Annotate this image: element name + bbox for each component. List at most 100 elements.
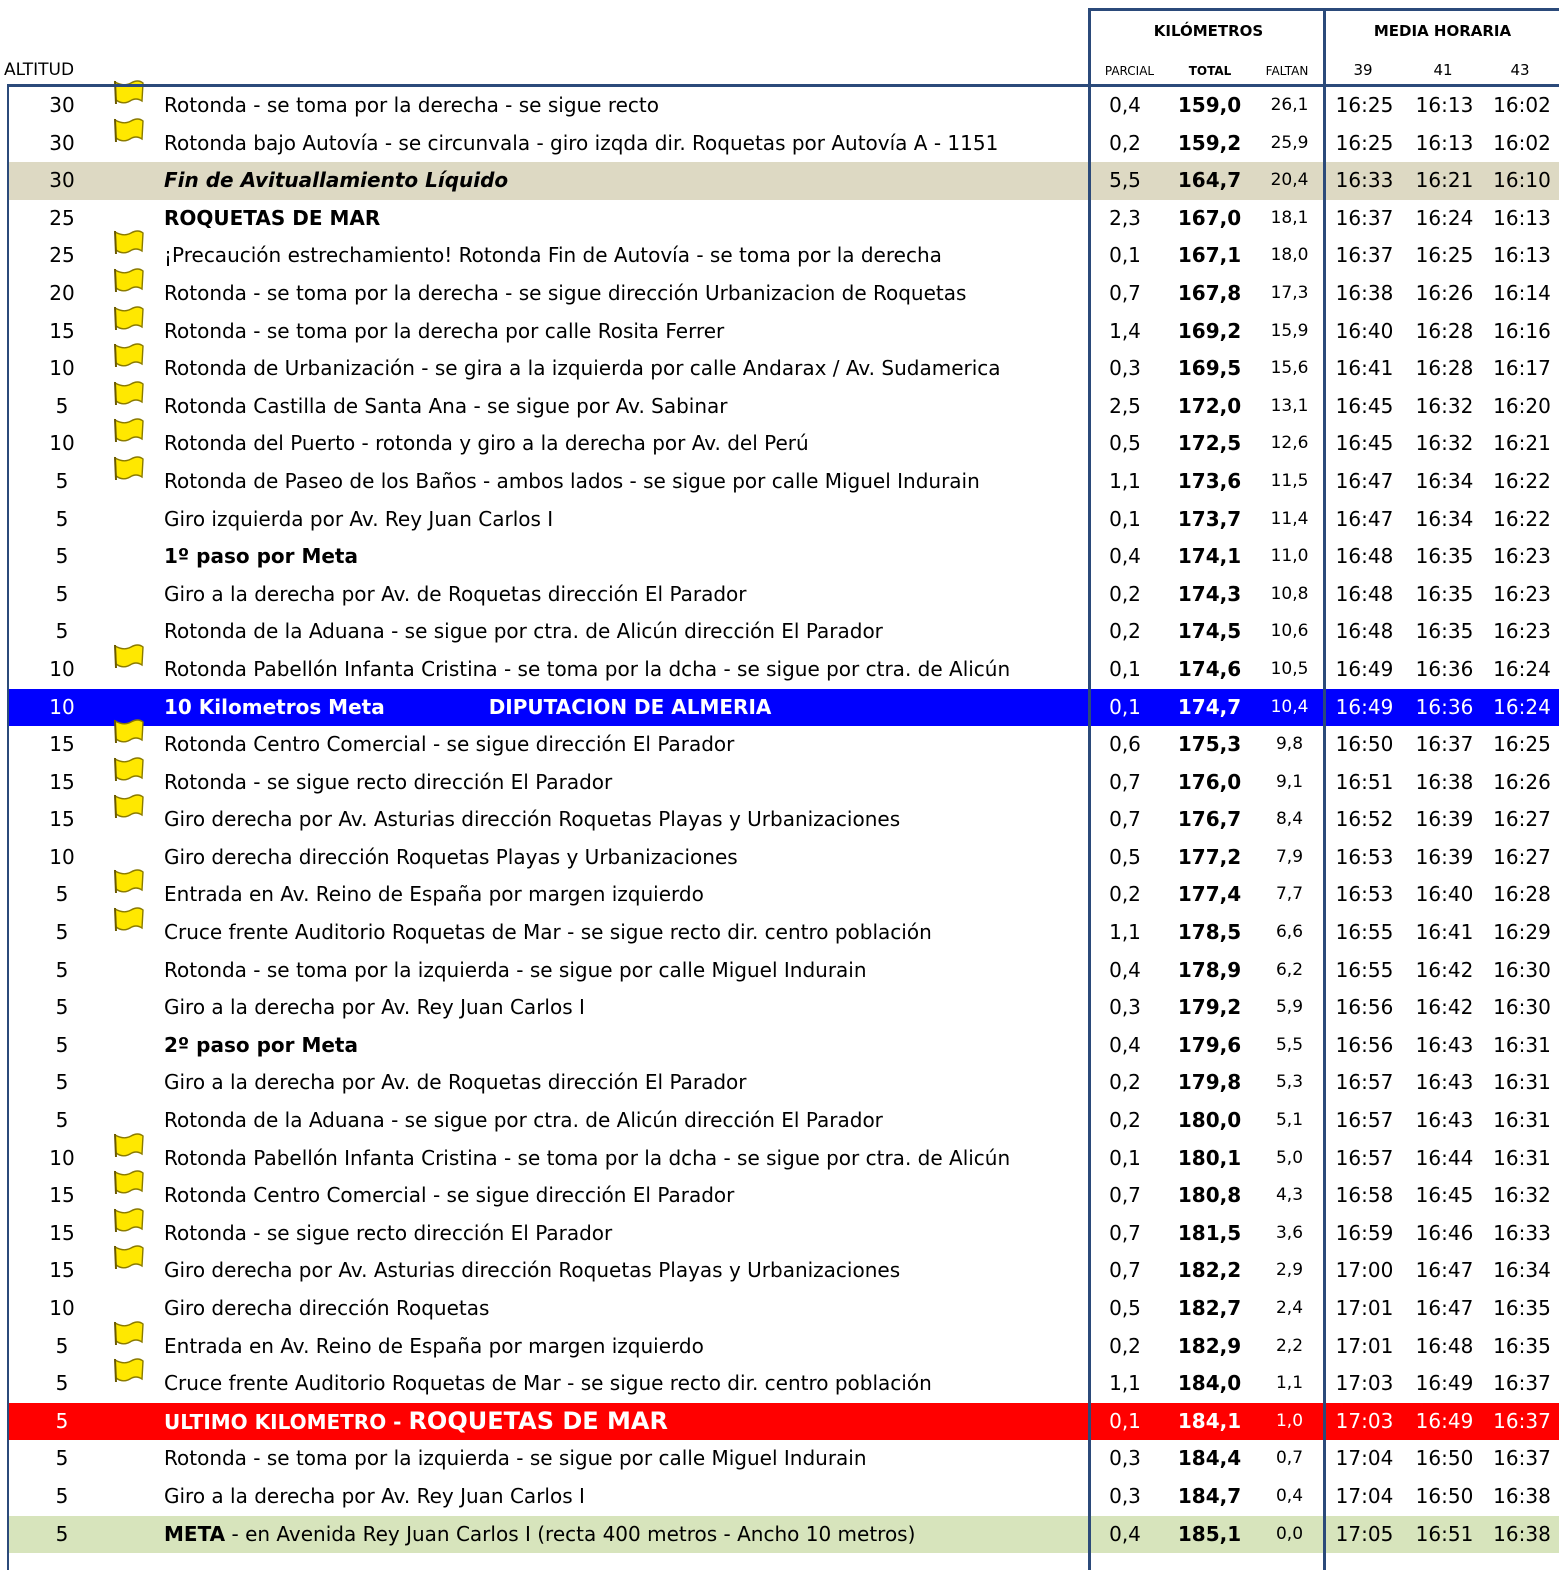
time-43-cell: 16:23 — [1493, 581, 1551, 606]
altitud-cell: 15 — [49, 1258, 75, 1283]
time-43-cell: 16:25 — [1493, 732, 1551, 757]
time-43-cell: 16:34 — [1493, 1258, 1551, 1283]
faltan-cell: 5,3 — [1275, 1072, 1304, 1093]
row-description: Rotonda de Paseo de los Baños - ambos la… — [164, 463, 980, 501]
time-43-cell: 16:23 — [1493, 544, 1551, 569]
time-41-cell: 16:42 — [1415, 995, 1474, 1020]
time-left-divider — [1323, 8, 1326, 1570]
time-41-cell: 16:50 — [1415, 1483, 1474, 1508]
total-cell: 174,3 — [1177, 581, 1242, 606]
time-39-cell: 16:41 — [1335, 356, 1394, 381]
total-cell: 184,0 — [1177, 1371, 1242, 1396]
description-text: Cruce frente Auditorio Roquetas de Mar -… — [164, 920, 932, 945]
time-43-cell: 16:24 — [1493, 694, 1551, 719]
time-39-cell: 16:48 — [1335, 544, 1394, 569]
description-extra: ROQUETAS DE MAR — [408, 1406, 668, 1435]
parcial-cell: 0,3 — [1109, 995, 1141, 1020]
time-41-cell: 16:40 — [1415, 882, 1474, 907]
row-description: Giro a la derecha por Av. de Roquetas di… — [164, 1064, 747, 1102]
parcial-cell: 0,2 — [1109, 581, 1141, 606]
faltan-cell: 2,9 — [1275, 1260, 1304, 1281]
description-text: Rotonda Centro Comercial - se sigue dire… — [164, 732, 735, 757]
flag-icon — [114, 305, 144, 330]
total-header: TOTAL — [1188, 64, 1232, 78]
parcial-header: PARCIAL — [1104, 64, 1155, 78]
altitud-header: ALTITUD — [4, 60, 75, 80]
description-text: Cruce frente Auditorio Roquetas de Mar -… — [164, 1371, 932, 1396]
row-description: Rotonda Centro Comercial - se sigue dire… — [164, 1177, 734, 1215]
flag-icon — [114, 1208, 144, 1232]
table-row: 5 Giro a la derecha por Av. de Roquetas d… — [7, 576, 1559, 614]
time-43-cell: 16:32 — [1493, 1183, 1551, 1208]
flag-icon — [114, 1132, 144, 1157]
altitud-cell: 15 — [49, 318, 75, 343]
parcial-cell: 5,5 — [1109, 168, 1141, 193]
total-cell: 176,0 — [1177, 769, 1242, 794]
total-cell: 174,7 — [1177, 694, 1242, 719]
time-41-cell: 16:45 — [1415, 1183, 1474, 1208]
row-description: Rotonda - se toma por la derecha por cal… — [164, 313, 724, 351]
description-text: Rotonda - se sigue recto dirección El Pa… — [164, 1220, 613, 1245]
time-39-cell: 16:37 — [1335, 243, 1394, 268]
altitud-cell: 20 — [49, 280, 75, 305]
parcial-cell: 2,5 — [1109, 393, 1141, 418]
description-text: Giro derecha dirección Roquetas Playas y… — [164, 844, 738, 869]
table-row: 5 Giro izquierda por Av. Rey Juan Carlos … — [7, 501, 1559, 539]
time-39-cell: 16:25 — [1335, 130, 1394, 155]
flag-icon — [114, 644, 144, 668]
time-41-cell: 16:49 — [1415, 1371, 1474, 1396]
time-41-cell: 16:25 — [1415, 243, 1474, 268]
time-39-cell: 16:49 — [1335, 656, 1394, 681]
row-description: Rotonda Castilla de Santa Ana - se sigue… — [164, 388, 728, 426]
parcial-cell: 0,7 — [1109, 807, 1141, 832]
altitud-cell: 15 — [49, 1183, 75, 1208]
media-horaria-header: MEDIA HORARIA — [1373, 22, 1512, 40]
table-row: 10 Rotonda de Urbanización - se gira a la… — [7, 343, 1559, 388]
table-row: 30 Rotonda bajo Autovía - se circunvala -… — [7, 117, 1559, 163]
time-39-cell: 16:57 — [1335, 1070, 1394, 1095]
table-row: 5 Rotonda - se toma por la izquierda - se… — [7, 952, 1559, 990]
altitud-cell: 15 — [49, 807, 75, 832]
time-39-cell: 16:59 — [1335, 1220, 1394, 1245]
flag-icon — [114, 719, 144, 744]
total-cell: 184,1 — [1177, 1408, 1242, 1433]
faltan-cell: 12,6 — [1270, 433, 1309, 454]
description-text: 1º paso por Meta — [164, 544, 358, 569]
time-41-cell: 16:41 — [1415, 920, 1474, 945]
total-cell: 185,1 — [1177, 1521, 1242, 1546]
parcial-cell: 0,2 — [1109, 130, 1141, 155]
description-text: Giro izquierda por Av. Rey Juan Carlos I — [164, 506, 554, 531]
row-description: Cruce frente Auditorio Roquetas de Mar -… — [164, 914, 932, 952]
flag-icon — [114, 869, 144, 894]
table-row: 5 Rotonda de la Aduana - se sigue por ctr… — [7, 613, 1559, 651]
parcial-cell: 0,1 — [1109, 243, 1141, 268]
altitud-cell: 10 — [49, 656, 75, 681]
total-cell: 179,6 — [1177, 1032, 1242, 1057]
flag-icon — [114, 756, 144, 781]
total-cell: 176,7 — [1177, 807, 1242, 832]
time-41-cell: 16:47 — [1415, 1258, 1474, 1283]
faltan-cell: 0,0 — [1275, 1523, 1304, 1544]
altitud-cell: 25 — [49, 243, 75, 268]
time-39-cell: 16:53 — [1335, 844, 1394, 869]
altitud-cell: 5 — [55, 1521, 69, 1546]
description-text: ¡Precaución estrechamiento! Rotonda Fin … — [164, 243, 942, 268]
altitud-cell: 5 — [55, 1483, 69, 1508]
time-43-cell: 16:24 — [1493, 656, 1551, 681]
time-39-cell: 16:55 — [1335, 957, 1394, 982]
row-description: Giro derecha dirección Roquetas Playas y… — [164, 839, 738, 877]
parcial-cell: 0,5 — [1109, 1296, 1141, 1320]
time-43-cell: 16:23 — [1493, 619, 1551, 644]
time-41-cell: 16:39 — [1415, 844, 1474, 869]
table-row: 15 Giro derecha por Av. Asturias direcció… — [7, 1245, 1559, 1290]
description-text: Giro derecha por Av. Asturias dirección … — [164, 1258, 901, 1283]
description-text: 2º paso por Meta — [164, 1032, 358, 1057]
description-text: Giro derecha dirección Roquetas — [164, 1296, 490, 1320]
time-39-cell: 16:25 — [1335, 93, 1394, 117]
table-row: 15 Rotonda - se sigue recto dirección El … — [7, 1208, 1559, 1253]
time-41-cell: 16:32 — [1415, 393, 1474, 418]
time-39-cell: 16:48 — [1335, 619, 1394, 644]
parcial-cell: 2,3 — [1109, 205, 1141, 230]
time-43-cell: 16:37 — [1493, 1446, 1551, 1471]
parcial-cell: 0,1 — [1109, 506, 1141, 531]
